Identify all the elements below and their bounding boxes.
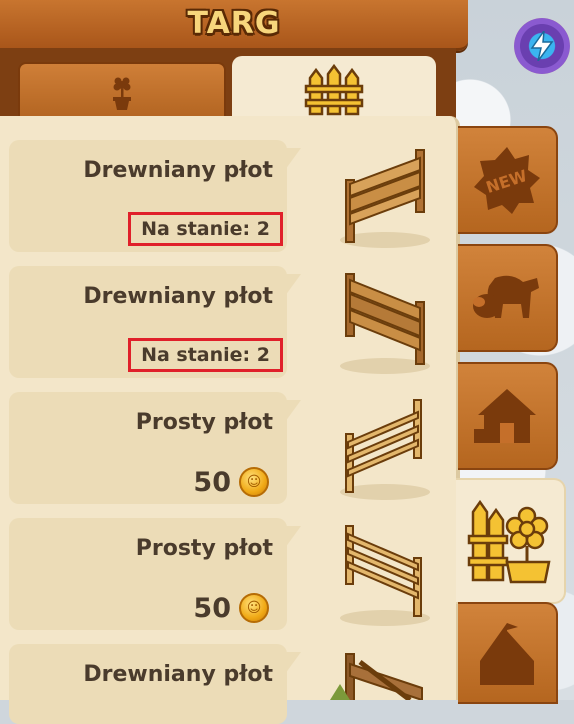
item-name: Prosty płot: [135, 410, 273, 435]
simple-fence-image: [340, 525, 430, 626]
item-name: Drewniany płot: [83, 158, 273, 183]
item-name: Prosty płot: [135, 536, 273, 561]
fence-icon: [304, 63, 364, 116]
list-item[interactable]: Prosty płot 50 ☺: [9, 392, 301, 504]
coin-icon: ☺: [239, 593, 269, 623]
side-tab-events[interactable]: [458, 602, 558, 704]
stock-label: Na stanie: 2: [128, 212, 283, 246]
list-item[interactable]: Drewniany płot: [9, 644, 301, 724]
list-item[interactable]: Prosty płot 50 ☺: [9, 518, 301, 630]
price-value: 50: [193, 592, 231, 624]
lightning-icon: [530, 31, 554, 61]
item-price: 50 ☺: [193, 464, 269, 500]
side-tab-buildings[interactable]: [458, 362, 558, 470]
page-title: TARG: [187, 6, 281, 41]
side-tab-animals[interactable]: [458, 244, 558, 352]
wooden-fence-image: [340, 273, 430, 374]
list-item[interactable]: Drewniany płot Na stanie: 2: [9, 140, 301, 252]
coin-icon: ☺: [239, 467, 269, 497]
side-tab-decorations[interactable]: [456, 478, 566, 604]
decor-fence-flower-icon: [467, 499, 551, 584]
price-value: 50: [193, 466, 231, 498]
wooden-gate-image: [330, 653, 423, 700]
stock-label: Na stanie: 2: [128, 338, 283, 372]
header-bar: TARG: [0, 0, 468, 51]
tent-icon: [480, 623, 534, 685]
house-icon: [474, 389, 536, 443]
flower-pot-icon: [113, 77, 131, 110]
item-name: Drewniany płot: [83, 284, 273, 309]
side-tab-new[interactable]: NEW: [458, 126, 558, 234]
item-list-panel: Drewniany płot Na stanie: 2 Drewniany pł…: [0, 116, 460, 724]
list-item[interactable]: Drewniany płot Na stanie: 2: [9, 266, 301, 378]
simple-fence-image: [340, 399, 430, 500]
animals-icon: [473, 275, 539, 318]
item-price: 50 ☺: [193, 590, 269, 626]
item-name: Drewniany płot: [83, 662, 273, 687]
new-badge-icon: NEW: [474, 147, 540, 214]
energy-button[interactable]: [514, 18, 570, 74]
wooden-fence-image: [340, 149, 430, 248]
